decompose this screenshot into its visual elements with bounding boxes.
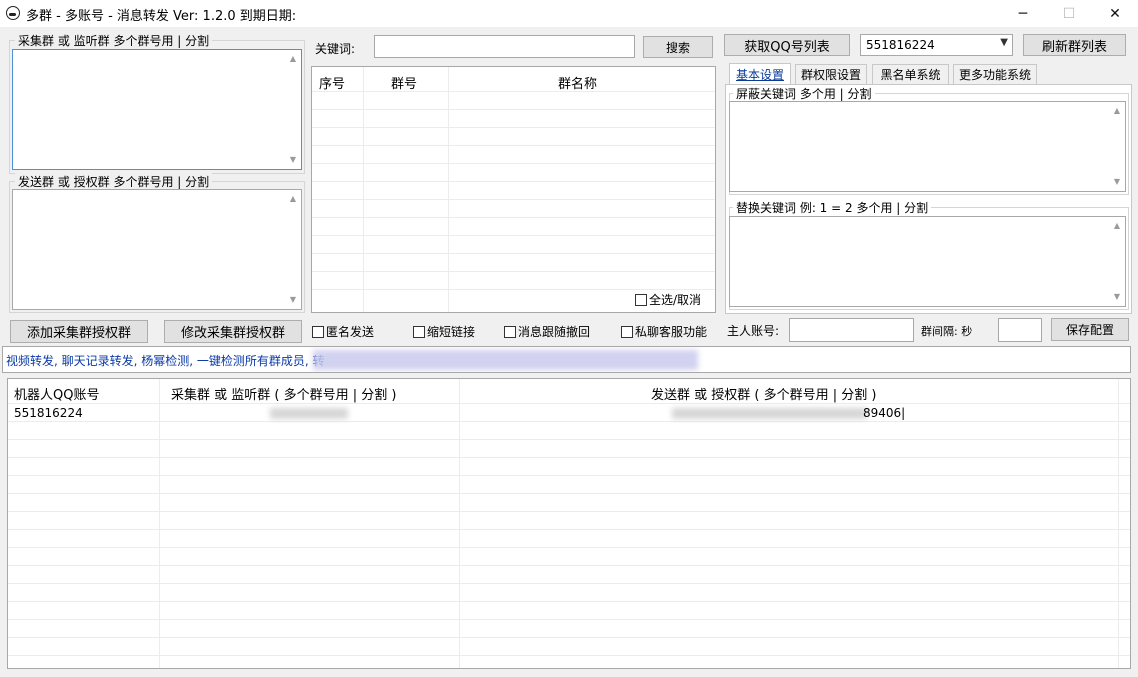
close-button[interactable]: ✕: [1092, 0, 1138, 27]
chevron-up-icon[interactable]: ▲: [285, 192, 301, 206]
keyword-input[interactable]: [374, 35, 635, 58]
collect-group-scrollbar[interactable]: ▲ ▼: [285, 50, 301, 169]
collect-group-input[interactable]: [12, 49, 302, 170]
table-row[interactable]: 551816224 89406|: [8, 404, 1118, 422]
block-keywords-input[interactable]: [729, 101, 1126, 192]
send-group-memo-wrap: ▲ ▼: [12, 189, 302, 310]
minimize-button[interactable]: ─: [1000, 0, 1046, 27]
column-header-send-groups[interactable]: 发送群 或 授权群 ( 多个群号用 | 分割 ): [651, 384, 876, 403]
title-bar: 多群 - 多账号 - 消息转发 Ver: 1.2.0 到期日期: ─ ☐ ✕: [0, 0, 1138, 27]
add-collect-auth-button[interactable]: 添加采集群授权群: [10, 320, 148, 343]
row-send-groups: 89406|: [863, 406, 906, 420]
owner-account-label: 主人账号:: [727, 324, 780, 338]
app-icon: [6, 6, 20, 20]
account-select-value: 551816224: [866, 38, 935, 52]
replace-keywords-label: 替换关键词 例: 1 = 2 多个用 | 分割: [733, 199, 932, 216]
chevron-up-icon[interactable]: ▲: [1109, 104, 1125, 118]
column-header-group-name[interactable]: 群名称: [558, 73, 597, 92]
private-service-checkbox[interactable]: 私聊客服功能: [621, 323, 707, 340]
modify-collect-auth-button[interactable]: 修改采集群授权群: [164, 320, 302, 343]
chevron-down-icon[interactable]: ▼: [1109, 175, 1125, 189]
window-title: 多群 - 多账号 - 消息转发 Ver: 1.2.0 到期日期:: [26, 9, 297, 24]
column-header-collect-groups[interactable]: 采集群 或 监听群 ( 多个群号用 | 分割 ): [171, 384, 396, 403]
collect-group-memo-wrap: ▲ ▼: [12, 49, 302, 170]
select-all-label: 全选/取消: [649, 293, 702, 307]
block-keywords-memo-wrap: ▲ ▼: [729, 101, 1126, 192]
interval-label: 群间隔: 秒: [921, 325, 973, 338]
replace-keywords-input[interactable]: [729, 216, 1126, 307]
chevron-down-icon[interactable]: ▼: [1109, 290, 1125, 304]
redacted-collect-groups: [270, 408, 348, 419]
column-header-index[interactable]: 序号: [319, 73, 345, 92]
block-keywords-label: 屏蔽关键词 多个用 | 分割: [733, 85, 875, 102]
refresh-group-list-button[interactable]: 刷新群列表: [1023, 34, 1126, 56]
replace-keywords-scrollbar[interactable]: ▲ ▼: [1109, 217, 1125, 306]
follow-recall-checkbox[interactable]: 消息跟随撤回: [504, 323, 590, 340]
send-group-scrollbar[interactable]: ▲ ▼: [285, 190, 301, 309]
replace-keywords-memo-wrap: ▲ ▼: [729, 216, 1126, 307]
column-header-group-id[interactable]: 群号: [391, 73, 417, 92]
dropdown-arrow-icon[interactable]: ▼: [1000, 37, 1008, 48]
owner-account-input[interactable]: [789, 318, 914, 342]
tab-group-permissions[interactable]: 群权限设置: [795, 64, 867, 84]
send-group-label: 发送群 或 授权群 多个群号用 | 分割: [15, 173, 213, 190]
column-header-robot-account[interactable]: 机器人QQ账号: [14, 384, 99, 403]
chevron-up-icon[interactable]: ▲: [285, 52, 301, 66]
chevron-down-icon[interactable]: ▼: [285, 153, 301, 167]
marquee-text: 视频转发, 聊天记录转发, 杨幂检测, 一键检测所有群成员, 转: [6, 354, 325, 368]
marquee-strip: 视频转发, 聊天记录转发, 杨幂检测, 一键检测所有群成员, 转: [2, 346, 1131, 373]
anonymous-send-checkbox[interactable]: 匿名发送: [312, 323, 374, 340]
chevron-up-icon[interactable]: ▲: [1109, 219, 1125, 233]
tab-basic-settings[interactable]: 基本设置: [729, 63, 791, 85]
account-config-table[interactable]: 机器人QQ账号 采集群 或 监听群 ( 多个群号用 | 分割 ) 发送群 或 授…: [7, 378, 1131, 669]
select-all-checkbox[interactable]: 全选/取消: [635, 291, 701, 308]
redacted-area: [313, 350, 698, 370]
interval-input[interactable]: [998, 318, 1042, 342]
group-list-grid[interactable]: 序号 群号 群名称 全选/取消: [311, 66, 716, 313]
tab-more-features[interactable]: 更多功能系统: [953, 64, 1037, 84]
maximize-button[interactable]: ☐: [1046, 0, 1092, 27]
tab-blacklist[interactable]: 黑名单系统: [872, 64, 949, 84]
keyword-label: 关键词:: [315, 42, 356, 56]
search-button[interactable]: 搜索: [643, 36, 713, 58]
fetch-qq-list-button[interactable]: 获取QQ号列表: [724, 34, 850, 56]
account-select[interactable]: 551816224 ▼: [860, 34, 1013, 56]
redacted-send-groups: [672, 408, 867, 419]
send-group-input[interactable]: [12, 189, 302, 310]
chevron-down-icon[interactable]: ▼: [285, 293, 301, 307]
row-robot-account: 551816224: [14, 406, 83, 420]
short-link-checkbox[interactable]: 缩短链接: [413, 323, 475, 340]
block-keywords-scrollbar[interactable]: ▲ ▼: [1109, 102, 1125, 191]
collect-group-label: 采集群 或 监听群 多个群号用 | 分割: [15, 32, 213, 49]
save-config-button[interactable]: 保存配置: [1051, 318, 1129, 341]
